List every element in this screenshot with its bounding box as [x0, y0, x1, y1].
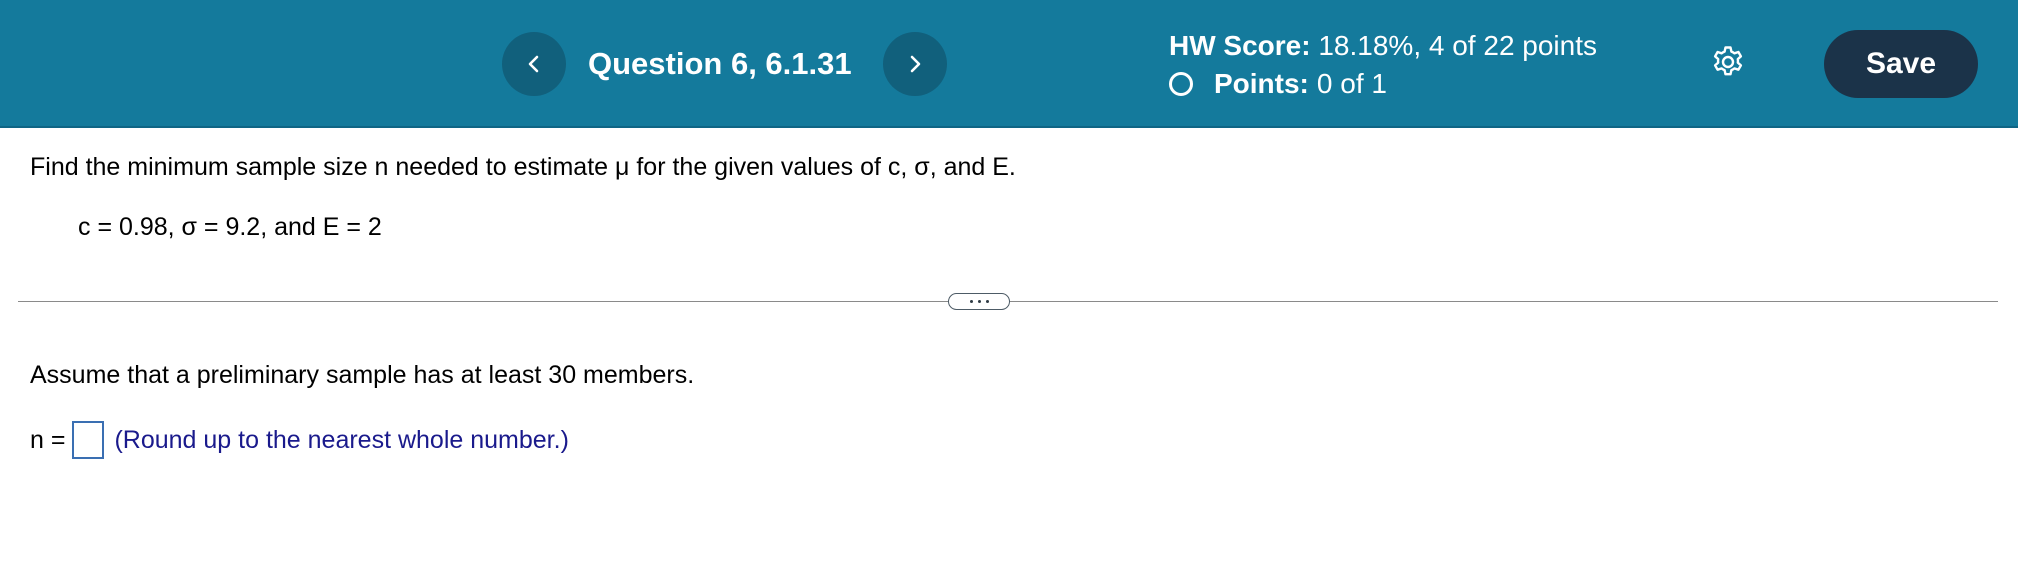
- hw-score-label: HW Score:: [1169, 30, 1311, 61]
- rounding-hint: (Round up to the nearest whole number.): [114, 425, 569, 454]
- ellipsis-icon: [969, 300, 973, 303]
- answer-input[interactable]: [72, 421, 105, 459]
- chevron-left-icon: [528, 55, 539, 73]
- status-circle-icon: [1169, 72, 1193, 96]
- hw-score-value: 18.18%, 4 of 22 points: [1318, 30, 1598, 61]
- assumption-text: Assume that a preliminary sample has at …: [30, 361, 695, 389]
- ellipsis-icon: [985, 300, 989, 303]
- given-values: c = 0.98, σ = 9.2, and E = 2: [78, 213, 382, 241]
- save-button[interactable]: Save: [1824, 30, 1978, 98]
- points-value: 0 of 1: [1316, 68, 1387, 99]
- ellipsis-icon: [977, 300, 981, 303]
- previous-question-button[interactable]: [502, 32, 566, 96]
- question-points: Points: 0 of 1: [1169, 66, 1387, 102]
- gear-icon[interactable]: [1710, 44, 1746, 80]
- answer-row: n = (Round up to the nearest whole numbe…: [30, 419, 569, 461]
- hw-score: HW Score: 18.18%, 4 of 22 points: [1169, 28, 1597, 64]
- expand-more-button[interactable]: [948, 293, 1010, 310]
- chevron-right-icon: [910, 55, 921, 73]
- top-bar: Question 6, 6.1.31 HW Score: 18.18%, 4 o…: [0, 0, 2018, 128]
- question-title: Question 6, 6.1.31: [588, 46, 852, 81]
- question-prompt: Find the minimum sample size n needed to…: [30, 153, 1016, 181]
- points-label: Points:: [1214, 68, 1309, 99]
- next-question-button[interactable]: [883, 32, 947, 96]
- answer-label: n =: [30, 425, 66, 454]
